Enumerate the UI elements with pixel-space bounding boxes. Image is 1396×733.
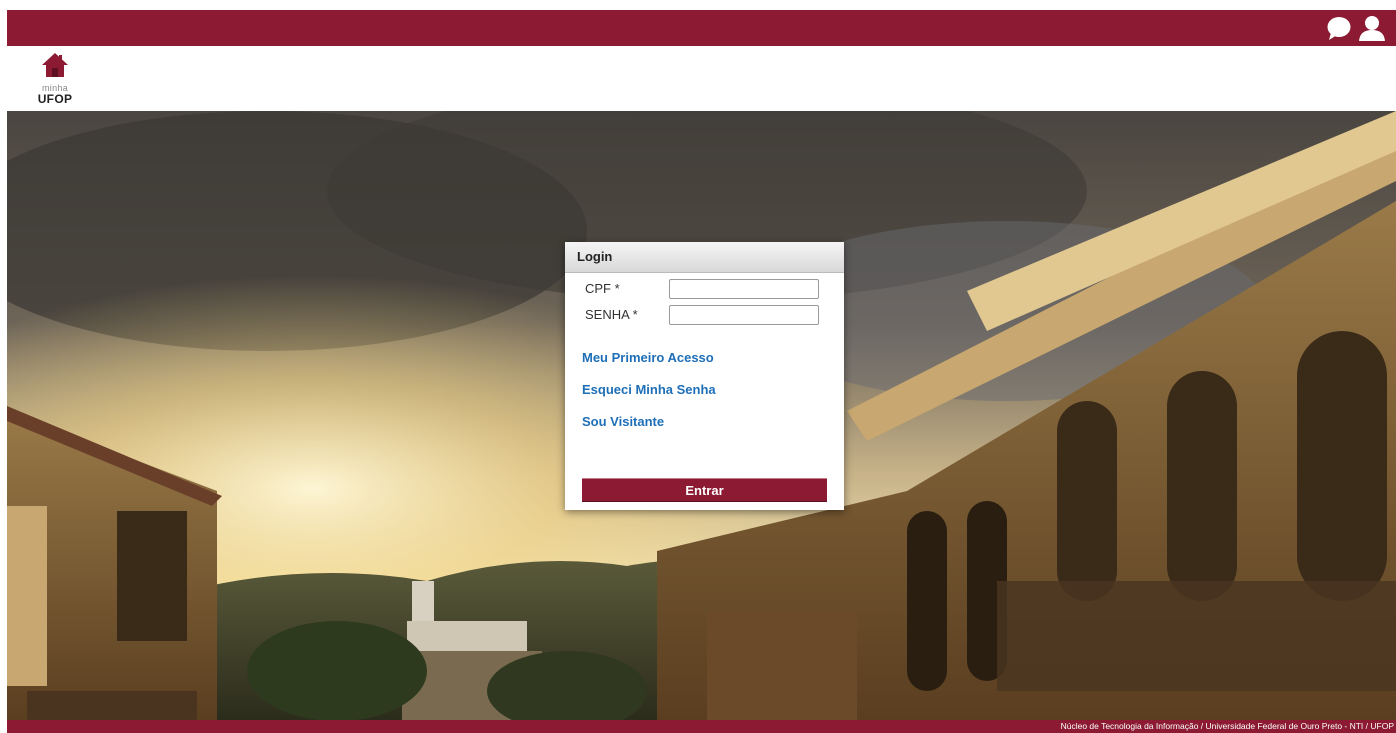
first-access-link[interactable]: Meu Primeiro Acesso <box>582 350 714 365</box>
page: minha UFOP Login CPF * SENHA * Meu Prime… <box>0 0 1396 733</box>
visitor-link[interactable]: Sou Visitante <box>582 414 664 429</box>
forgot-password-link[interactable]: Esqueci Minha Senha <box>582 382 716 397</box>
login-title: Login <box>565 242 844 273</box>
login-panel: Login CPF * SENHA * Meu Primeiro Acesso … <box>565 242 844 510</box>
senha-label: SENHA * <box>585 307 638 322</box>
chat-icon[interactable] <box>1326 15 1352 41</box>
cpf-row: CPF * <box>585 279 825 301</box>
top-bar-icons <box>1326 13 1386 43</box>
header: minha UFOP <box>7 46 1396 111</box>
user-icon[interactable] <box>1358 14 1386 42</box>
footer: Núcleo de Tecnologia da Informação / Uni… <box>7 720 1396 733</box>
footer-text: Núcleo de Tecnologia da Informação / Uni… <box>1060 721 1394 731</box>
cpf-label: CPF * <box>585 281 620 296</box>
entrar-button[interactable]: Entrar <box>582 478 827 502</box>
senha-input[interactable] <box>669 305 819 325</box>
home-icon <box>41 52 69 83</box>
top-bar <box>7 10 1396 46</box>
cpf-input[interactable] <box>669 279 819 299</box>
logo-text-ufop: UFOP <box>37 92 73 106</box>
minha-ufop-logo[interactable]: minha UFOP <box>35 52 75 108</box>
senha-row: SENHA * <box>585 305 825 327</box>
